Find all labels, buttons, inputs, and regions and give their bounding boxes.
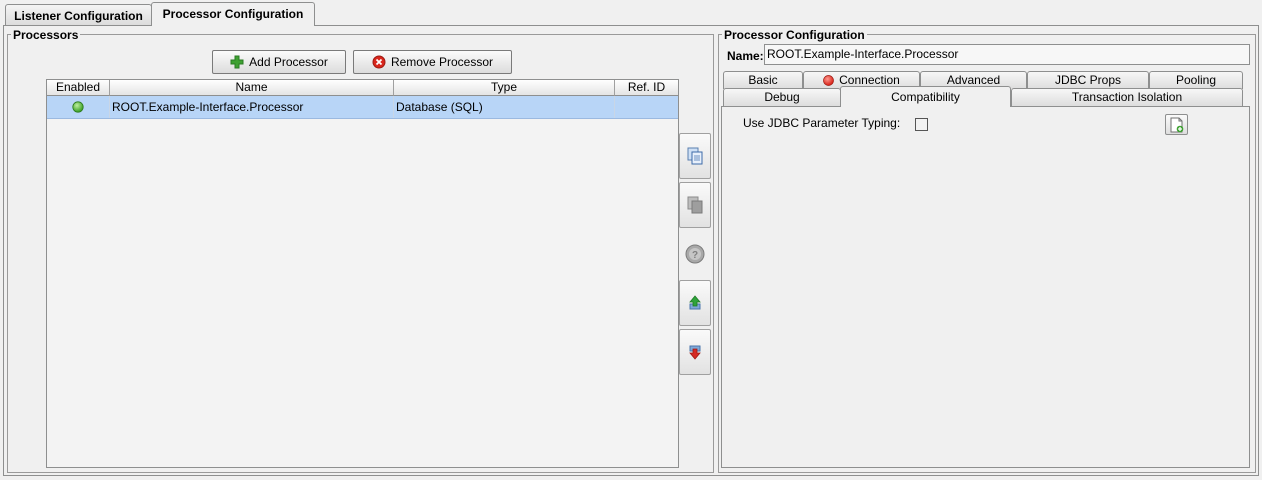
new-document-icon — [1170, 117, 1184, 133]
enabled-status-icon — [72, 101, 84, 113]
tab-pooling[interactable]: Pooling — [1149, 71, 1243, 89]
processor-configuration-title: Processor Configuration — [722, 28, 867, 42]
remove-icon — [372, 55, 386, 69]
paste-processor-button[interactable] — [679, 182, 711, 228]
table-row[interactable]: ROOT.Example-Interface.Processor Databas… — [47, 96, 678, 119]
enabled-cell[interactable] — [47, 96, 110, 118]
tab-label: Debug — [764, 90, 800, 104]
jdbc-parameter-typing-label: Use JDBC Parameter Typing: — [743, 116, 901, 130]
svg-text:?: ? — [692, 250, 698, 261]
tab-label: Processor Configuration — [162, 7, 304, 21]
tab-jdbc-props[interactable]: JDBC Props — [1027, 71, 1149, 89]
jdbc-parameter-typing-checkbox[interactable] — [915, 118, 928, 131]
type-cell[interactable]: Database (SQL) — [394, 96, 615, 118]
tab-compatibility[interactable]: Compatibility — [840, 86, 1011, 107]
ref-id-cell[interactable] — [615, 96, 678, 118]
plus-icon — [230, 55, 244, 69]
tab-label: Transaction Isolation — [1071, 90, 1183, 104]
move-up-icon — [688, 295, 702, 311]
column-header-name[interactable]: Name — [110, 80, 394, 96]
column-header-type[interactable]: Type — [394, 80, 615, 96]
copy-disabled-icon — [687, 196, 703, 214]
add-processor-label: Add Processor — [249, 55, 328, 69]
tab-transaction-isolation[interactable]: Transaction Isolation — [1011, 88, 1243, 106]
compatibility-panel — [721, 106, 1250, 468]
add-processor-button[interactable]: Add Processor — [212, 50, 346, 74]
move-up-button[interactable] — [679, 280, 711, 326]
tab-label: Listener Configuration — [14, 9, 143, 23]
copy-icon — [687, 147, 703, 165]
error-icon — [823, 75, 834, 86]
name-cell[interactable]: ROOT.Example-Interface.Processor — [110, 96, 394, 118]
tab-listener-configuration[interactable]: Listener Configuration — [5, 4, 152, 25]
tab-label: Basic — [748, 73, 778, 87]
remove-processor-label: Remove Processor — [390, 55, 494, 69]
tab-processor-configuration[interactable]: Processor Configuration — [151, 2, 315, 26]
tab-label: JDBC Props — [1054, 73, 1122, 87]
processors-table[interactable]: Enabled Name Type Ref. ID ROOT.Example-I… — [46, 79, 679, 468]
add-property-button[interactable] — [1165, 114, 1188, 135]
remove-processor-button[interactable]: Remove Processor — [353, 50, 512, 74]
column-header-ref-id[interactable]: Ref. ID — [615, 80, 678, 96]
column-header-enabled[interactable]: Enabled — [47, 80, 110, 96]
move-down-button[interactable] — [679, 329, 711, 375]
help-button[interactable]: ? — [679, 231, 711, 277]
tab-label: Pooling — [1175, 73, 1217, 87]
help-icon: ? — [685, 244, 705, 264]
processor-name-field[interactable]: ROOT.Example-Interface.Processor — [764, 44, 1250, 65]
copy-processor-button[interactable] — [679, 133, 711, 179]
tab-debug[interactable]: Debug — [723, 88, 841, 106]
processors-group-title: Processors — [11, 28, 81, 42]
tab-label: Compatibility — [891, 89, 960, 104]
move-down-icon — [688, 344, 702, 360]
tab-basic[interactable]: Basic — [723, 71, 803, 89]
name-label: Name: — [727, 49, 764, 63]
